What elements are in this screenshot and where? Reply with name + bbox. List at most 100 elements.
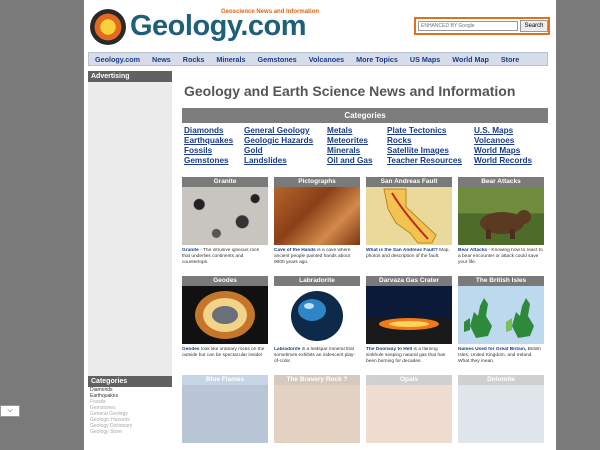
sidebar: Advertising Categories Diamonds Earthqua… (88, 71, 172, 435)
chevron-down-icon[interactable]: ⌵ (0, 405, 20, 417)
page: Geology.com Geoscience News and Informat… (84, 0, 556, 450)
category-grid: Diamonds General Geology Metals Plate Te… (182, 123, 548, 165)
nav-more-topics[interactable]: More Topics (350, 55, 404, 64)
feature-thumbnails: Granite Granite - The intrusive igneous … (182, 177, 548, 443)
feature-card-opals[interactable]: Opals (366, 375, 452, 443)
feature-title[interactable]: The British Isles (458, 276, 544, 286)
sidebar-item-geology-store[interactable]: Geology Store (90, 429, 172, 435)
feature-title[interactable]: Granite (182, 177, 268, 187)
category-link[interactable]: Satellite Images (387, 146, 474, 155)
feature-card-labradorite[interactable]: Labradorite Labradorite is a feldspar mi… (274, 276, 360, 365)
geode-icon (195, 291, 255, 339)
category-link[interactable]: Earthquakes (184, 136, 244, 145)
category-link[interactable]: Oil and Gas (327, 156, 387, 165)
nav-home[interactable]: Geology.com (89, 55, 146, 64)
opals-image[interactable] (366, 385, 452, 443)
category-link[interactable]: General Geology (244, 126, 327, 135)
nav-volcanoes[interactable]: Volcanoes (303, 55, 350, 64)
feature-link[interactable]: The Doorway to Hell (366, 347, 412, 352)
feature-caption: What is the San Andreas Fault? Map, phot… (366, 248, 452, 266)
sidebar-category-list: Diamonds Earthquakes Fossils Gemstones G… (88, 387, 172, 435)
feature-card-bear-attacks[interactable]: Bear Attacks Bear Attacks - Knowing how … (458, 177, 544, 266)
nav-gemstones[interactable]: Gemstones (252, 55, 303, 64)
logo-globe-icon[interactable] (90, 9, 126, 45)
feature-card-pictographs[interactable]: Pictographs Cave of the Hands is a cave … (274, 177, 360, 266)
feature-card-blue-flames[interactable]: Blue Flames (182, 375, 268, 443)
blue-flames-image[interactable] (182, 385, 268, 443)
search-button[interactable]: Search (520, 20, 548, 32)
feature-link[interactable]: Bear Attacks (458, 248, 487, 253)
main-content: Geology and Earth Science News and Infor… (182, 71, 548, 443)
fire-crater-icon (379, 318, 439, 330)
feature-caption: Bear Attacks - Knowing how to react to a… (458, 248, 544, 266)
feature-title[interactable]: Labradorite (274, 276, 360, 286)
search-input[interactable] (418, 21, 518, 31)
labradorite-image[interactable] (274, 286, 360, 344)
feature-card-british-isles[interactable]: The British Isles Names Used for Great B… (458, 276, 544, 365)
feature-title[interactable]: Blue Flames (182, 375, 268, 385)
advertising-heading: Advertising (88, 71, 172, 82)
feature-title[interactable]: Pictographs (274, 177, 360, 187)
nav-rocks[interactable]: Rocks (177, 55, 211, 64)
feature-caption: Labradorite is a feldspar mineral that s… (274, 347, 360, 365)
feature-card-darvaza[interactable]: Darvaza Gas Crater The Doorway to Hell i… (366, 276, 452, 365)
feature-title[interactable]: Opals (366, 375, 452, 385)
feature-link[interactable]: Geodes (182, 347, 200, 352)
feature-caption: Geodes look like ordinary rocks on the o… (182, 347, 268, 365)
bravery-rock-image[interactable] (274, 385, 360, 443)
category-link[interactable]: Fossils (184, 146, 244, 155)
granite-image[interactable] (182, 187, 268, 245)
feature-caption: The Doorway to Hell is a flaming sinkhol… (366, 347, 452, 365)
feature-card-bravery-rock[interactable]: The Bravery Rock ? (274, 375, 360, 443)
darvaza-image[interactable] (366, 286, 452, 344)
category-link[interactable]: Diamonds (184, 126, 244, 135)
category-link[interactable]: World Maps (474, 146, 546, 155)
category-link[interactable]: Landslides (244, 156, 327, 165)
dolomite-image[interactable] (458, 385, 544, 443)
feature-link[interactable]: What is the San Andreas Fault? (366, 248, 438, 253)
feature-caption: Names Used for Great Britain, British Is… (458, 347, 544, 365)
feature-link[interactable]: Names Used for Great Britain, (458, 347, 526, 352)
feature-card-granite[interactable]: Granite Granite - The intrusive igneous … (182, 177, 268, 266)
feature-link[interactable]: Granite (182, 248, 199, 253)
california-map-icon (383, 188, 437, 244)
category-link[interactable]: Plate Tectonics (387, 126, 474, 135)
feature-title[interactable]: Geodes (182, 276, 268, 286)
bear-icon (480, 210, 531, 239)
nav-store[interactable]: Store (495, 55, 525, 64)
search-form: Search (414, 17, 550, 35)
feature-link[interactable]: Labradorite (274, 347, 300, 352)
category-link[interactable]: Meteorites (327, 136, 387, 145)
category-link[interactable]: World Records (474, 156, 546, 165)
feature-title[interactable]: San Andreas Fault (366, 177, 452, 187)
category-link[interactable]: Teacher Resources (387, 156, 474, 165)
nav-minerals[interactable]: Minerals (210, 55, 251, 64)
feature-caption: Cave of the Hands is a cave where ancien… (274, 248, 360, 266)
geode-image[interactable] (182, 286, 268, 344)
british-isles-map-image[interactable] (458, 286, 544, 344)
feature-card-san-andreas[interactable]: San Andreas Fault What is the San Andrea… (366, 177, 452, 266)
pictographs-image[interactable] (274, 187, 360, 245)
feature-card-geodes[interactable]: Geodes Geodes look like ordinary rocks o… (182, 276, 268, 365)
bear-image[interactable] (458, 187, 544, 245)
feature-title[interactable]: Dolomite (458, 375, 544, 385)
header: Geology.com Geoscience News and Informat… (84, 0, 556, 48)
feature-link[interactable]: Cave of the Hands (274, 248, 316, 253)
category-link[interactable]: Minerals (327, 146, 387, 155)
feature-title[interactable]: The Bravery Rock ? (274, 375, 360, 385)
nav-world-map[interactable]: World Map (446, 55, 495, 64)
category-link[interactable]: Geologic Hazards (244, 136, 327, 145)
feature-card-dolomite[interactable]: Dolomite (458, 375, 544, 443)
nav-us-maps[interactable]: US Maps (404, 55, 446, 64)
category-link[interactable]: Gemstones (184, 156, 244, 165)
category-link[interactable]: Gold (244, 146, 327, 155)
british-isles-map-icon (464, 298, 534, 338)
feature-title[interactable]: Bear Attacks (458, 177, 544, 187)
category-link[interactable]: Volcanoes (474, 136, 546, 145)
category-link[interactable]: Metals (327, 126, 387, 135)
san-andreas-map-image[interactable] (366, 187, 452, 245)
feature-title[interactable]: Darvaza Gas Crater (366, 276, 452, 286)
nav-news[interactable]: News (146, 55, 177, 64)
category-link[interactable]: U.S. Maps (474, 126, 546, 135)
category-link[interactable]: Rocks (387, 136, 474, 145)
